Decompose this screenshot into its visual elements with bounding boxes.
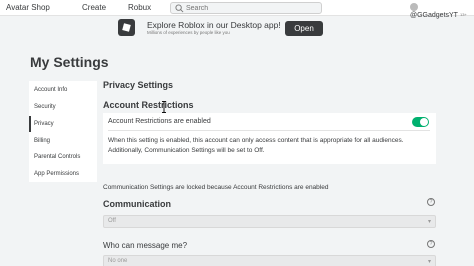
communication-locked-note: Communication Settings are locked becaus… bbox=[103, 184, 329, 191]
sidebar-item-privacy[interactable]: Privacy bbox=[29, 116, 97, 132]
banner-subtitle: Millions of experiences by people like y… bbox=[147, 30, 230, 35]
communication-value: Off bbox=[108, 218, 116, 224]
nav-robux[interactable]: Robux bbox=[128, 3, 151, 12]
avatar bbox=[410, 3, 418, 11]
sidebar-item-app-permissions[interactable]: App Permissions bbox=[29, 166, 97, 182]
chevron-down-icon: ▾ bbox=[427, 219, 431, 225]
sidebar-item-account-info[interactable]: Account Info bbox=[29, 82, 97, 98]
who-can-message-label: Who can message me? bbox=[103, 241, 188, 250]
settings-sidebar: Account Info Security Privacy Billing Pa… bbox=[29, 81, 97, 182]
restrictions-description: When this setting is enabled, this accou… bbox=[108, 137, 404, 154]
top-nav-bar: Avatar Shop Create Robux @GGadgetsYT13+ bbox=[0, 0, 474, 19]
sidebar-item-parental-controls[interactable]: Parental Controls bbox=[29, 149, 97, 165]
restrictions-status-label: Account Restrictions are enabled bbox=[108, 118, 211, 125]
nav-create[interactable]: Create bbox=[82, 3, 106, 12]
sidebar-item-security[interactable]: Security bbox=[29, 99, 97, 115]
account-restrictions-card: Account Restrictions are enabled When th… bbox=[103, 113, 436, 164]
who-can-message-select[interactable]: No one ▾ bbox=[103, 255, 436, 266]
open-app-button[interactable]: Open bbox=[285, 21, 323, 36]
divider bbox=[108, 130, 430, 131]
search-icon bbox=[175, 4, 184, 13]
search-box[interactable] bbox=[170, 2, 322, 14]
help-icon[interactable]: ? bbox=[427, 240, 435, 248]
roblox-app-icon bbox=[118, 19, 135, 36]
privacy-settings-heading: Privacy Settings bbox=[103, 80, 174, 90]
page-title: My Settings bbox=[30, 54, 109, 70]
communication-heading: Communication bbox=[103, 199, 172, 209]
search-input[interactable] bbox=[186, 3, 316, 13]
age-badge: 13+ bbox=[459, 12, 467, 17]
who-can-message-value: No one bbox=[108, 258, 128, 264]
account-restrictions-toggle[interactable] bbox=[412, 117, 429, 127]
sidebar-item-billing[interactable]: Billing bbox=[29, 133, 97, 149]
account-restrictions-heading: Account Restrictions bbox=[103, 100, 194, 110]
help-icon[interactable]: ? bbox=[427, 198, 435, 206]
username: @GGadgetsYT bbox=[410, 12, 458, 19]
chevron-down-icon: ▾ bbox=[427, 259, 431, 265]
nav-avatar-shop[interactable]: Avatar Shop bbox=[6, 3, 50, 12]
user-menu[interactable]: @GGadgetsYT 13+ bbox=[410, 3, 474, 19]
banner-title: Explore Roblox in our Desktop app! bbox=[147, 20, 281, 30]
communication-select[interactable]: Off ▾ bbox=[103, 215, 436, 228]
text-cursor-icon bbox=[162, 101, 166, 113]
